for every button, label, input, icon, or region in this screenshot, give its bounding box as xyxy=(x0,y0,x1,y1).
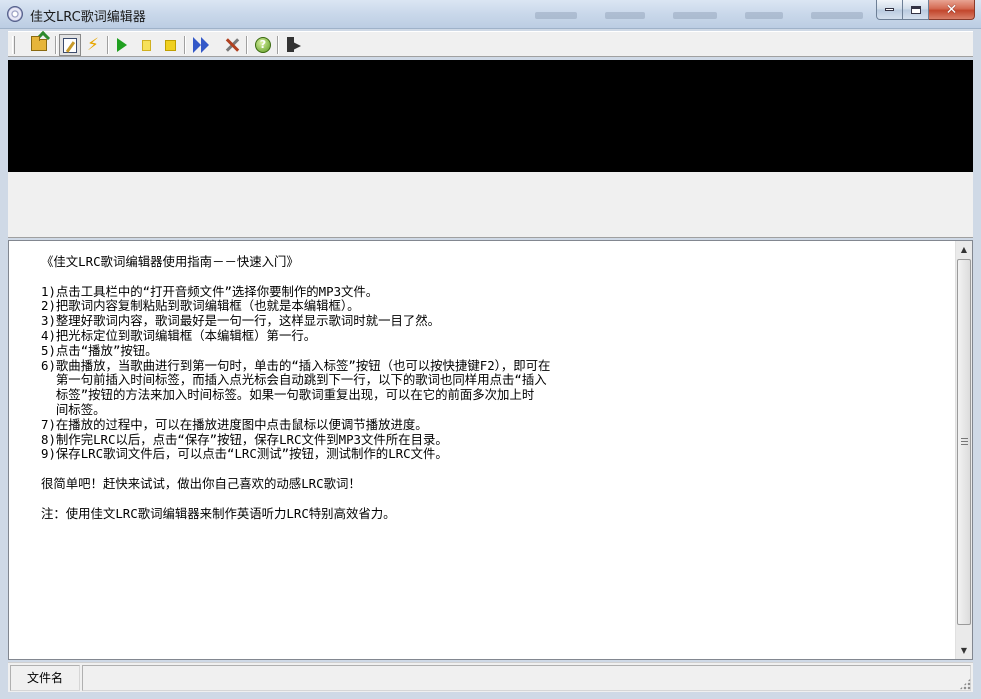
editor-line: 间标签。 xyxy=(41,401,106,417)
title-bar: 佳文LRC歌词编辑器 ✕ xyxy=(0,0,981,29)
stop-button[interactable] xyxy=(159,34,181,56)
app-icon[interactable] xyxy=(7,6,23,22)
minimize-icon xyxy=(885,8,894,11)
editor-line: 8)制作完LRC以后，点击“保存”按钮，保存LRC文件到MP3文件所在目录。 xyxy=(41,431,448,447)
insert-tag-button[interactable] xyxy=(190,34,212,56)
editor-line: 注：使用佳文LRC歌词编辑器来制作英语听力LRC特别高效省力。 xyxy=(41,505,396,521)
editor-line: 7)在播放的过程中，可以在播放进度图中点击鼠标以便调节播放进度。 xyxy=(41,416,428,432)
close-button[interactable]: ✕ xyxy=(929,0,975,20)
toolbar-separator xyxy=(246,36,248,54)
window-title: 佳文LRC歌词编辑器 xyxy=(30,10,146,25)
editor-line: 5)点击“播放”按钮。 xyxy=(41,342,158,358)
open-audio-button[interactable] xyxy=(28,34,50,56)
tools-icon xyxy=(224,37,240,53)
play-button[interactable] xyxy=(111,34,133,56)
editor-line: 1)点击工具栏中的“打开音频文件”选择你要制作的MP3文件。 xyxy=(41,283,379,299)
editor-line: 6)歌曲播放，当歌曲进行到第一句时，单击的“插入标签”按钮（也可以按快捷键F2）… xyxy=(41,357,551,373)
editor-line: 3)整理好歌词内容，歌词最好是一句一行，这样显示歌词时就一目了然。 xyxy=(41,313,441,329)
status-bar: 文件名 xyxy=(8,662,973,692)
scroll-up-arrow-icon[interactable]: ▲ xyxy=(956,241,972,258)
editor-line: 标签”按钮的方法来加入时间标签。如果一句歌词重复出现，可以在它的前面多次加上时 xyxy=(41,387,535,403)
help-button[interactable]: ? xyxy=(252,34,274,56)
exit-button[interactable] xyxy=(283,34,305,56)
toolbar-grip[interactable] xyxy=(12,36,15,54)
vertical-scrollbar[interactable]: ▲ ▼ xyxy=(955,241,972,659)
editor-line: 2)把歌词内容复制粘贴到歌词编辑框（也就是本编辑框）。 xyxy=(41,298,360,314)
fast-forward-icon xyxy=(193,37,209,53)
maximize-icon xyxy=(910,5,921,14)
status-file-path xyxy=(82,665,971,691)
editor-line: 《佳文LRC歌词编辑器使用指南－－快速入门》 xyxy=(41,254,299,269)
editor-line: 很简单吧！赶快来试试，做出你自己喜欢的动感LRC歌词！ xyxy=(41,475,361,491)
window-controls: ✕ xyxy=(876,0,975,20)
toolbar-separator xyxy=(55,36,57,54)
exit-icon xyxy=(287,37,301,53)
playback-progress-area[interactable] xyxy=(8,60,973,172)
scrollbar-thumb[interactable] xyxy=(957,259,971,625)
toolbar: ⚡ ? xyxy=(8,31,973,57)
help-icon: ? xyxy=(255,37,271,53)
pause-icon xyxy=(141,39,151,51)
play-icon xyxy=(117,38,127,52)
edit-lyrics-button[interactable] xyxy=(59,34,81,56)
editor-line: 9)保存LRC歌词文件后，可以点击“LRC测试”按钮，测试制作的LRC文件。 xyxy=(41,446,448,462)
lightning-icon: ⚡ xyxy=(87,34,99,55)
toolbar-separator xyxy=(184,36,186,54)
background-tabs xyxy=(535,12,863,24)
scrollbar-grip-icon xyxy=(961,438,968,445)
edit-icon xyxy=(63,37,77,53)
stop-icon xyxy=(164,39,176,51)
status-file-label: 文件名 xyxy=(10,665,80,691)
toolbar-separator xyxy=(277,36,279,54)
minimize-button[interactable] xyxy=(876,0,903,20)
lyrics-display-panel xyxy=(8,172,973,238)
lyrics-editor[interactable]: 《佳文LRC歌词编辑器使用指南－－快速入门》 1)点击工具栏中的“打开音频文件”… xyxy=(8,240,973,660)
editor-line: 4)把光标定位到歌词编辑框（本编辑框）第一行。 xyxy=(41,327,317,343)
folder-open-icon xyxy=(31,36,47,51)
lyrics-editor-text[interactable]: 《佳文LRC歌词编辑器使用指南－－快速入门》 1)点击工具栏中的“打开音频文件”… xyxy=(41,254,941,521)
settings-button[interactable] xyxy=(221,34,243,56)
toolbar-separator xyxy=(107,36,109,54)
quick-button[interactable]: ⚡ xyxy=(82,34,104,56)
editor-line: 第一句前插入时间标签，而插入点光标会自动跳到下一行，以下的歌词也同样用点击“插入 xyxy=(41,372,547,388)
pause-button[interactable] xyxy=(135,34,157,56)
scroll-down-arrow-icon[interactable]: ▼ xyxy=(956,642,972,659)
maximize-button[interactable] xyxy=(903,0,929,20)
close-icon: ✕ xyxy=(945,1,958,18)
